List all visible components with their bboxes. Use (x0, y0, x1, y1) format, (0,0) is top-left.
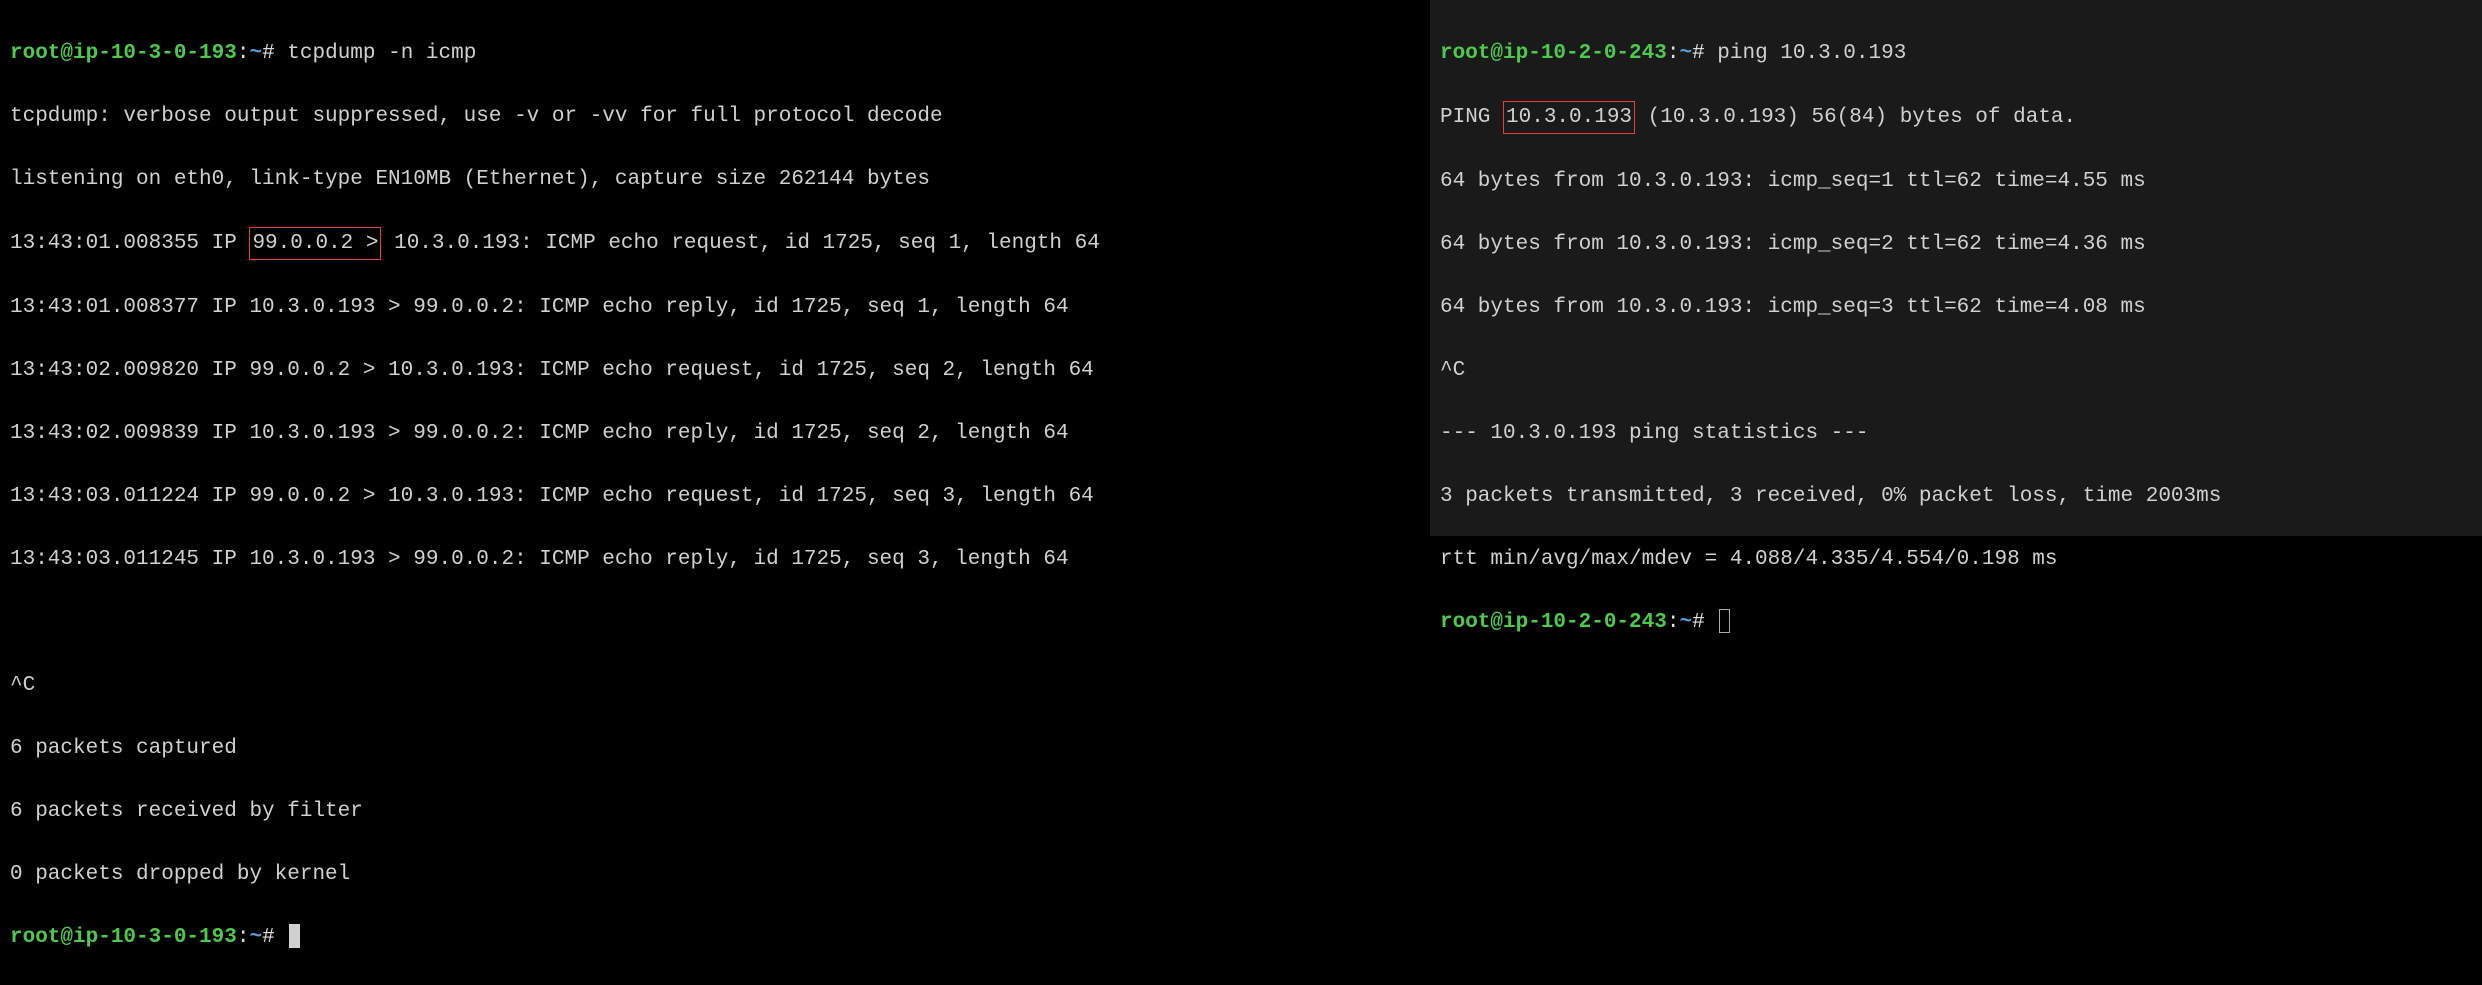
output-line: 13:43:03.011224 IP 99.0.0.2 > 10.3.0.193… (10, 481, 1420, 513)
prompt-user: root@ip-10-3-0-193 (10, 926, 237, 949)
prompt-user: root@ip-10-3-0-193 (10, 42, 237, 65)
output-line: 64 bytes from 10.3.0.193: icmp_seq=2 ttl… (1440, 229, 2472, 261)
prompt-path: ~ (1679, 42, 1692, 65)
prompt-line: root@ip-10-3-0-193:~# tcpdump -n icmp (10, 38, 1420, 70)
output-line: 64 bytes from 10.3.0.193: icmp_seq=3 ttl… (1440, 292, 2472, 324)
terminal-left[interactable]: root@ip-10-3-0-193:~# tcpdump -n icmp tc… (0, 0, 1430, 536)
prompt-user: root@ip-10-2-0-243 (1440, 42, 1667, 65)
prompt-path: ~ (249, 42, 262, 65)
summary-line: 3 packets transmitted, 3 received, 0% pa… (1440, 481, 2472, 513)
prompt-line: root@ip-10-2-0-243:~# ping 10.3.0.193 (1440, 38, 2472, 70)
summary-line: 0 packets dropped by kernel (10, 859, 1420, 891)
output-line: PING 10.3.0.193 (10.3.0.193) 56(84) byte… (1440, 101, 2472, 135)
prompt-line: root@ip-10-3-0-193:~# (10, 922, 1420, 954)
output-line: 13:43:02.009820 IP 99.0.0.2 > 10.3.0.193… (10, 355, 1420, 387)
cursor-icon (1719, 609, 1730, 633)
output-line: 13:43:01.008355 IP 99.0.0.2 > 10.3.0.193… (10, 227, 1420, 261)
output-line: 13:43:02.009839 IP 10.3.0.193 > 99.0.0.2… (10, 418, 1420, 450)
prompt-path: ~ (249, 926, 262, 949)
summary-line: rtt min/avg/max/mdev = 4.088/4.335/4.554… (1440, 544, 2472, 576)
command-text: tcpdump -n icmp (287, 42, 476, 65)
prompt-line: root@ip-10-2-0-243:~# (1440, 607, 2472, 639)
interrupt: ^C (1440, 355, 2472, 387)
cursor-icon (289, 924, 300, 948)
summary-line: --- 10.3.0.193 ping statistics --- (1440, 418, 2472, 450)
output-line: tcpdump: verbose output suppressed, use … (10, 101, 1420, 133)
interrupt: ^C (10, 670, 1420, 702)
command-text: ping 10.3.0.193 (1717, 42, 1906, 65)
output-line: 13:43:01.008377 IP 10.3.0.193 > 99.0.0.2… (10, 292, 1420, 324)
output-line: listening on eth0, link-type EN10MB (Eth… (10, 164, 1420, 196)
output-line: 64 bytes from 10.3.0.193: icmp_seq=1 ttl… (1440, 166, 2472, 198)
terminal-right[interactable]: root@ip-10-2-0-243:~# ping 10.3.0.193 PI… (1430, 0, 2482, 536)
highlight-target-ip: 10.3.0.193 (1503, 101, 1635, 135)
summary-line: 6 packets received by filter (10, 796, 1420, 828)
summary-line: 6 packets captured (10, 733, 1420, 765)
prompt-user: root@ip-10-2-0-243 (1440, 611, 1667, 634)
output-line: 13:43:03.011245 IP 10.3.0.193 > 99.0.0.2… (10, 544, 1420, 576)
highlight-source-ip: 99.0.0.2 > (249, 227, 381, 261)
prompt-path: ~ (1679, 611, 1692, 634)
